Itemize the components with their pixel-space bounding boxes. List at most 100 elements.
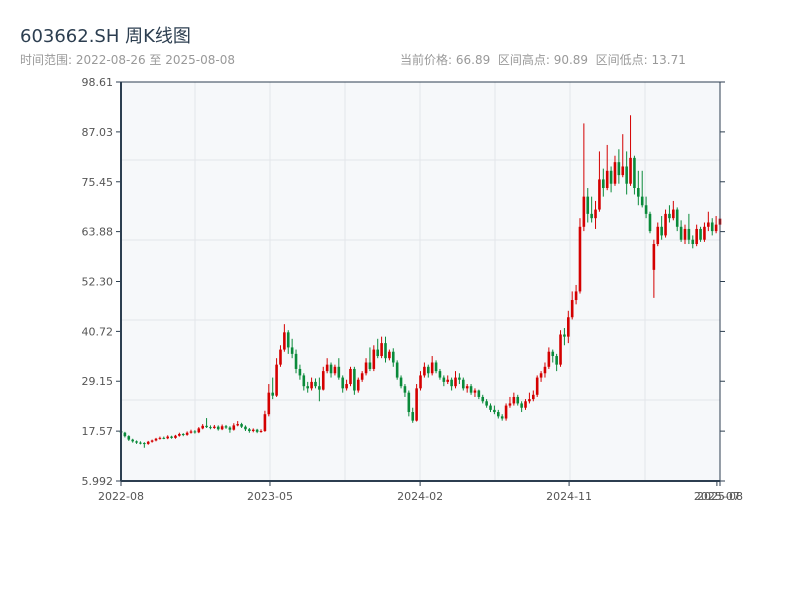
candle-up: [582, 196, 586, 227]
candle-down: [442, 377, 446, 382]
y-tick-label: 40.72: [82, 325, 114, 338]
candle-down: [450, 379, 453, 387]
candle-up: [430, 362, 434, 374]
candle-down: [458, 377, 461, 380]
candle-down: [244, 426, 247, 430]
candle-down: [123, 432, 127, 437]
candle-up: [672, 209, 675, 219]
candle-up: [524, 401, 527, 408]
candle-up: [150, 440, 154, 442]
candle-up: [559, 334, 562, 365]
candle-up: [185, 432, 189, 435]
candle-up: [259, 430, 263, 432]
candle-down: [170, 436, 173, 438]
candle-up: [714, 224, 718, 232]
candle-down: [286, 332, 290, 348]
candle-up: [178, 434, 181, 436]
candle-up: [197, 428, 201, 433]
candle-up: [283, 332, 286, 350]
candle-down: [376, 349, 380, 357]
candle-up: [189, 431, 193, 433]
candle-down: [500, 416, 504, 419]
candle-down: [555, 356, 558, 365]
candle-down: [481, 396, 485, 402]
candle-up: [388, 351, 391, 359]
candle-up: [201, 425, 204, 429]
candle-down: [407, 392, 411, 413]
candle-up: [578, 226, 582, 292]
candle-up: [605, 170, 609, 189]
candle-up: [380, 343, 383, 357]
candle-up: [310, 381, 313, 389]
candle-down: [341, 377, 345, 389]
candle-up: [415, 388, 418, 421]
candle-down: [193, 431, 197, 433]
candle-down: [489, 405, 492, 410]
candle-down: [248, 429, 251, 431]
candle-down: [240, 424, 243, 427]
y-tick-label: 75.45: [82, 176, 114, 189]
candle-up: [263, 414, 267, 431]
candle-down: [660, 226, 663, 236]
candle-down: [135, 441, 138, 443]
candle-down: [143, 443, 146, 445]
candle-up: [232, 425, 236, 430]
candle-down: [699, 228, 702, 240]
candle-up: [349, 368, 352, 385]
candle-down: [368, 362, 372, 369]
candle-down: [691, 239, 695, 245]
candle-down: [633, 157, 636, 189]
candle-up: [446, 379, 450, 382]
x-tick-label: 2024-11: [546, 490, 592, 503]
candle-up: [321, 371, 325, 390]
candle-up: [594, 209, 597, 219]
candle-down: [139, 442, 142, 444]
candle-down: [228, 427, 232, 430]
candle-down: [271, 392, 274, 396]
candle-up: [683, 228, 687, 240]
candle-up: [543, 366, 547, 374]
candle-up: [465, 386, 469, 389]
candle-down: [255, 429, 259, 432]
candle-up: [535, 377, 539, 395]
candle-down: [637, 188, 640, 197]
candle-down: [403, 386, 407, 393]
candle-up: [454, 377, 457, 387]
candle-down: [411, 412, 415, 421]
candle-down: [318, 386, 321, 390]
candle-down: [294, 353, 298, 369]
candle-down: [640, 196, 644, 206]
candle-down: [306, 386, 310, 389]
candle-down: [485, 401, 488, 406]
y-tick-label: 17.57: [82, 425, 114, 438]
candle-down: [710, 222, 714, 232]
candle-down: [625, 166, 628, 184]
candle-down: [205, 425, 208, 428]
y-tick-label: 98.61: [82, 76, 114, 89]
candle-up: [528, 399, 531, 402]
y-tick-label: 29.15: [82, 375, 114, 388]
candle-down: [609, 170, 613, 184]
candle-up: [356, 379, 360, 391]
x-tick-label: 2023-05: [247, 490, 293, 503]
candle-down: [438, 371, 442, 378]
candle-down: [426, 366, 430, 374]
candle-down: [687, 228, 691, 240]
candle-down: [353, 368, 356, 391]
y-tick-label: 52.30: [82, 276, 114, 289]
candle-up: [423, 366, 426, 376]
candle-down: [298, 368, 302, 376]
candle-up: [531, 394, 535, 400]
candle-down: [644, 205, 648, 214]
candle-up: [703, 226, 706, 240]
candle-down: [586, 196, 590, 214]
candle-down: [520, 403, 523, 408]
candle-up: [419, 375, 422, 389]
candle-up: [570, 300, 574, 318]
candle-up: [695, 228, 698, 245]
candle-down: [290, 347, 294, 354]
candle-down: [516, 396, 520, 404]
candle-down: [679, 226, 683, 240]
candle-down: [493, 409, 496, 413]
candle-down: [181, 434, 185, 436]
